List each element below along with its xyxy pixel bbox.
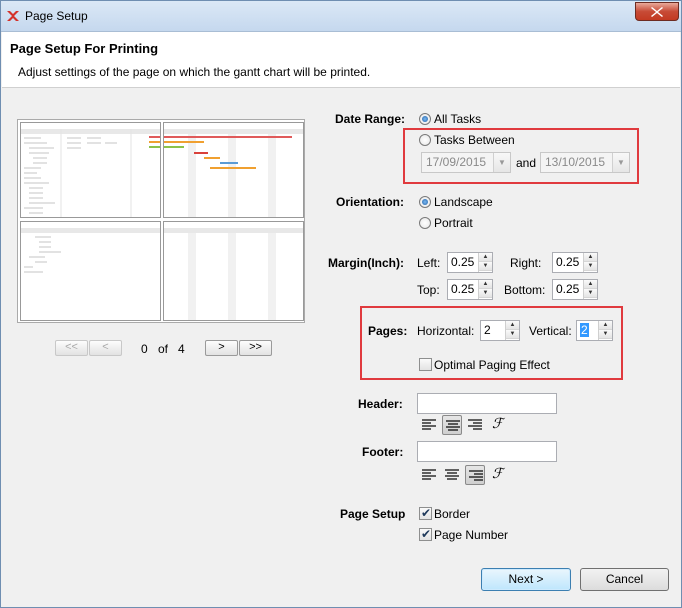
align-right-icon (469, 470, 483, 481)
footer-align-center-button[interactable] (442, 465, 462, 485)
decrement-icon[interactable]: ▼ (584, 289, 597, 298)
check-icon: ✔ (421, 527, 432, 541)
margin-left-spinner[interactable]: 0.25 ▲ ▼ (447, 252, 493, 273)
dialog-header: Page Setup For Printing Adjust settings … (2, 32, 680, 88)
preview-page-4 (163, 221, 304, 321)
increment-icon[interactable]: ▲ (584, 253, 597, 262)
align-left-icon (422, 419, 436, 430)
align-right-icon (468, 419, 482, 430)
page-of-label: of (158, 342, 169, 356)
orientation-label: Orientation: (336, 195, 404, 209)
check-icon: ✔ (421, 506, 432, 520)
next-page-button[interactable]: > (205, 340, 238, 356)
title-bar[interactable]: Page Setup (1, 1, 681, 32)
margin-label: Margin(Inch): (328, 256, 404, 270)
landscape-label[interactable]: Landscape (434, 195, 493, 209)
page-setup-label: Page Setup (340, 507, 406, 521)
font-icon[interactable]: ℱ (492, 466, 503, 482)
increment-icon[interactable]: ▲ (479, 253, 492, 262)
margin-bottom-label: Bottom: (504, 283, 546, 297)
margin-top-value: 0.25 (451, 282, 475, 296)
header-align-center-button[interactable] (442, 415, 462, 435)
cancel-button[interactable]: Cancel (580, 568, 669, 591)
decrement-icon[interactable]: ▼ (479, 262, 492, 271)
preview-page-2 (163, 122, 304, 218)
total-pages: 4 (178, 342, 185, 356)
prev-page-button[interactable]: < (89, 340, 122, 356)
page-number-checkbox[interactable]: ✔ (419, 528, 432, 541)
date-range-label: Date Range: (335, 112, 406, 126)
footer-align-left-button[interactable] (419, 465, 439, 485)
next-button[interactable]: Next > (481, 568, 571, 591)
margin-right-value: 0.25 (556, 255, 580, 269)
header-align-left-button[interactable] (419, 415, 439, 435)
header-subtitle: Adjust settings of the page on which the… (18, 65, 371, 79)
all-tasks-label[interactable]: All Tasks (434, 112, 481, 126)
margin-left-label: Left: (417, 256, 441, 270)
last-page-button[interactable]: >> (239, 340, 272, 356)
margin-bottom-value: 0.25 (556, 282, 580, 296)
footer-align-right-button[interactable] (465, 465, 485, 485)
header-input[interactable] (417, 393, 557, 414)
increment-icon[interactable]: ▲ (479, 280, 492, 289)
margin-right-label: Right: (510, 256, 542, 270)
page-number-label[interactable]: Page Number (434, 528, 508, 542)
margin-top-label: Top: (417, 283, 440, 297)
font-icon[interactable]: ℱ (492, 416, 503, 432)
landscape-radio[interactable] (419, 196, 431, 208)
decrement-icon[interactable]: ▼ (479, 289, 492, 298)
app-icon (7, 11, 19, 21)
close-button[interactable] (635, 2, 679, 21)
highlight-pages (360, 306, 623, 380)
align-center-icon (446, 420, 460, 431)
header-field-label: Header: (358, 397, 403, 411)
print-preview (17, 119, 305, 323)
header-title: Page Setup For Printing (10, 41, 159, 56)
header-align-right-button[interactable] (465, 415, 485, 435)
window-title: Page Setup (25, 9, 88, 23)
preview-page-3 (20, 221, 161, 321)
align-left-icon (422, 469, 436, 480)
portrait-label[interactable]: Portrait (434, 216, 473, 230)
footer-field-label: Footer: (362, 445, 404, 459)
first-page-button[interactable]: << (55, 340, 88, 356)
preview-page-1 (20, 122, 161, 218)
portrait-radio[interactable] (419, 217, 431, 229)
all-tasks-radio[interactable] (419, 113, 431, 125)
margin-left-value: 0.25 (451, 255, 475, 269)
margin-bottom-spinner[interactable]: 0.25 ▲ ▼ (552, 279, 598, 300)
current-page: 0 (141, 342, 148, 356)
border-checkbox[interactable]: ✔ (419, 507, 432, 520)
footer-input[interactable] (417, 441, 557, 462)
increment-icon[interactable]: ▲ (584, 280, 597, 289)
highlight-date-range (403, 128, 639, 184)
decrement-icon[interactable]: ▼ (584, 262, 597, 271)
close-icon (651, 7, 663, 17)
margin-top-spinner[interactable]: 0.25 ▲ ▼ (447, 279, 493, 300)
page-setup-dialog: Page Setup Page Setup For Printing Adjus… (0, 0, 682, 608)
border-label[interactable]: Border (434, 507, 470, 521)
align-center-icon (445, 469, 459, 480)
margin-right-spinner[interactable]: 0.25 ▲ ▼ (552, 252, 598, 273)
